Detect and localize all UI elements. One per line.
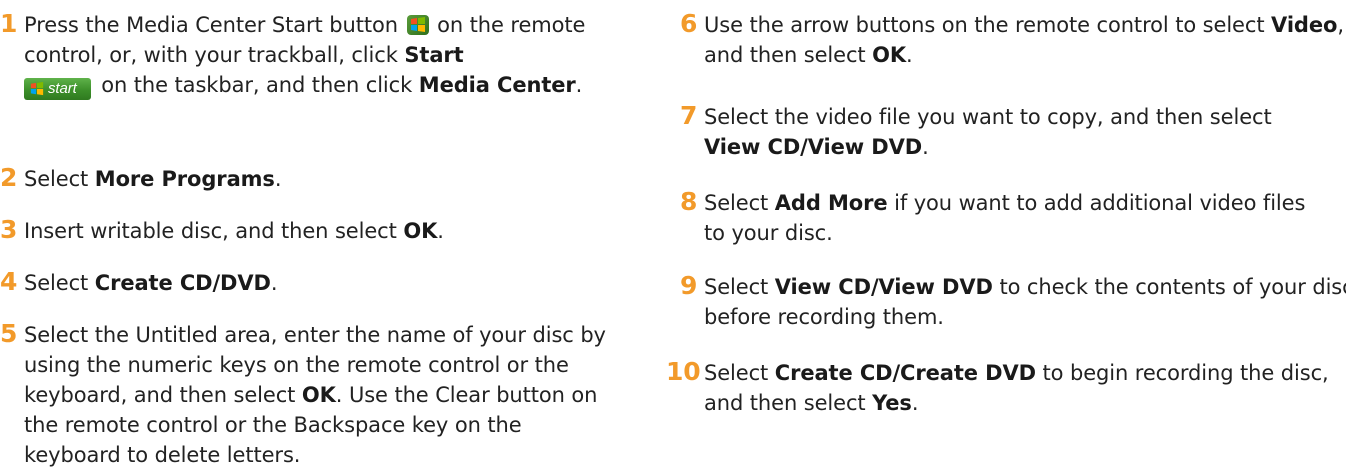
step-bold: View CD/View DVD — [704, 135, 923, 159]
step-9: 9 Select View CD/View DVD to check the c… — [680, 271, 1346, 332]
step-number: 9 — [680, 271, 698, 300]
step-number: 1 — [0, 9, 18, 38]
step-number: 4 — [0, 267, 18, 296]
step-text: Select — [704, 275, 769, 299]
step-text: Insert writable disc, and then select — [24, 219, 397, 243]
step-bold: More Programs — [94, 167, 275, 191]
step-6: 6 Use the arrow buttons on the remote co… — [680, 9, 1346, 70]
step-text: Press the Media Center Start button — [24, 13, 398, 37]
media-center-start-icon — [406, 15, 429, 35]
step-text: Select — [704, 191, 769, 215]
step-bold: Start — [404, 43, 464, 67]
step-5: 5 Select the Untitled area, enter the na… — [0, 319, 624, 470]
step-bold: Media Center — [418, 73, 576, 97]
step-text: Select the video file you want to copy, … — [704, 105, 1272, 129]
step-number: 2 — [0, 163, 18, 192]
step-number: 3 — [0, 215, 18, 244]
step-text: . — [270, 271, 278, 295]
step-4: 4 Select Create CD/DVD. — [0, 267, 664, 298]
step-7: 7 Select the video file you want to copy… — [680, 101, 1324, 162]
step-text: Select — [24, 167, 89, 191]
step-text: . — [922, 135, 929, 159]
step-number: 7 — [680, 101, 698, 130]
step-text: . — [906, 43, 913, 67]
step-2: 2 Select More Programs. — [0, 163, 664, 194]
step-bold: View CD/View DVD — [774, 275, 993, 299]
step-number: 5 — [0, 319, 18, 348]
step-text: on the taskbar, and then click — [101, 73, 413, 97]
step-bold: Create CD/Create DVD — [774, 361, 1036, 385]
step-bold: OK — [872, 43, 907, 67]
step-bold: OK — [403, 219, 438, 243]
step-bold: OK — [301, 383, 336, 407]
step-number: 6 — [680, 9, 698, 38]
step-bold: Yes — [872, 391, 912, 415]
step-bold: Add More — [774, 191, 888, 215]
step-text: Select — [704, 361, 769, 385]
step-text: . — [575, 73, 583, 97]
start-button-icon: start — [24, 78, 91, 100]
step-number: 10 — [666, 357, 701, 386]
step-1: 1 Press the Media Center Start button on… — [0, 9, 664, 100]
step-10: 10 Select Create CD/Create DVD to begin … — [666, 357, 1344, 418]
step-text: . — [437, 219, 444, 243]
step-text: Use the arrow buttons on the remote cont… — [704, 13, 1265, 37]
step-bold: Video — [1271, 13, 1338, 37]
step-bold: Create CD/DVD — [94, 271, 271, 295]
step-number: 8 — [680, 187, 698, 216]
step-3: 3 Insert writable disc, and then select … — [0, 215, 664, 246]
step-text: . — [274, 167, 282, 191]
step-text: . — [911, 391, 919, 415]
step-text: Select — [24, 271, 89, 295]
step-8: 8 Select Add More if you want to add add… — [680, 187, 1324, 248]
start-button-label: start — [48, 80, 77, 97]
